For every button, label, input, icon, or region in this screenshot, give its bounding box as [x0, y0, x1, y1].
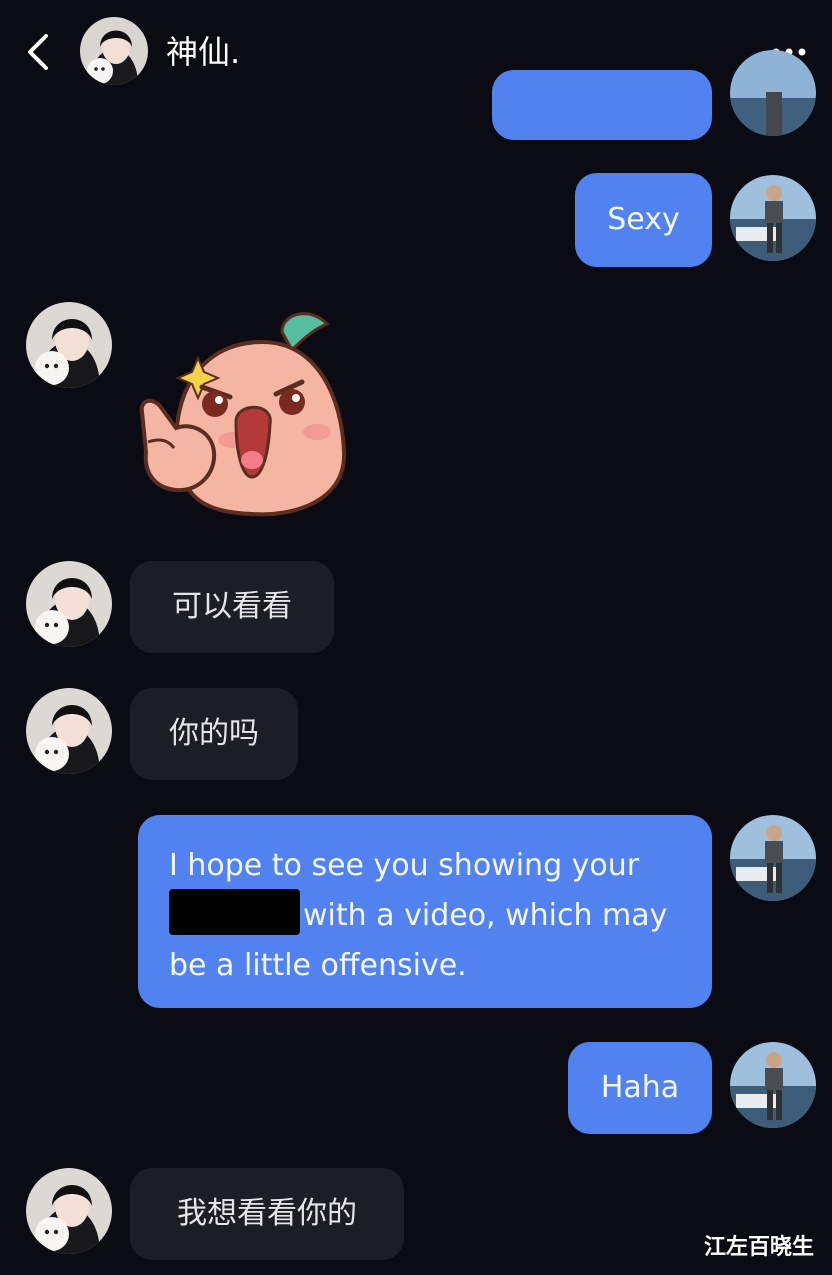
contact-avatar[interactable] [80, 17, 148, 85]
contact-avatar[interactable] [26, 561, 112, 647]
pouting-peach-thumbs-up-sticker[interactable] [132, 302, 354, 524]
message-bubble-cutoff[interactable] [492, 70, 712, 140]
message-bubble[interactable]: 你的吗 [130, 688, 298, 780]
contact-avatar[interactable] [26, 302, 112, 388]
my-avatar[interactable] [730, 175, 816, 261]
message-bubble[interactable]: Haha [568, 1042, 712, 1134]
back-button[interactable] [22, 28, 58, 76]
contact-name[interactable]: 神仙. [166, 32, 240, 72]
my-avatar[interactable] [730, 1042, 816, 1128]
watermark-text: 江左百晓生 [704, 1235, 815, 1260]
message-line: I hope to see you showing your [169, 848, 640, 883]
message-bubble[interactable]: Sexy [575, 173, 712, 267]
message-bubble[interactable]: I hope to see you showing your with a vi… [138, 815, 712, 1008]
my-avatar-cutoff [730, 50, 816, 136]
my-avatar[interactable] [730, 815, 816, 901]
message-line-text: with a video, which may [303, 898, 668, 933]
back-chevron-icon [28, 34, 48, 70]
contact-avatar[interactable] [26, 1168, 112, 1254]
redaction-box [169, 888, 300, 935]
message-bubble[interactable]: 可以看看 [130, 561, 334, 653]
contact-avatar[interactable] [26, 688, 112, 774]
message-line: with a video, which may [169, 888, 682, 941]
message-line: be a little offensive. [169, 948, 467, 983]
message-bubble[interactable]: 我想看看你的 [130, 1168, 404, 1260]
